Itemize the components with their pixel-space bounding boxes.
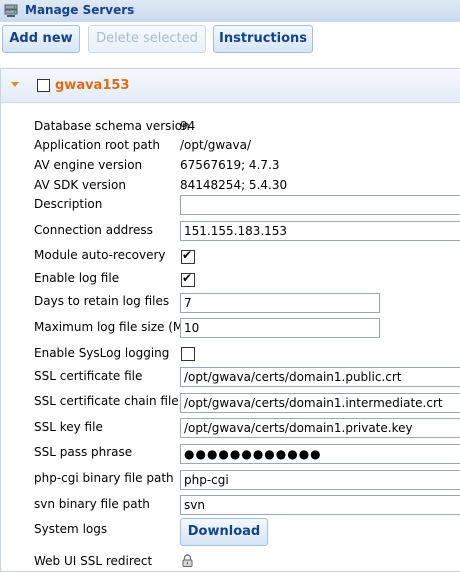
delete-selected-button[interactable]: Delete selected [88, 25, 206, 53]
db-schema-value: 94 [180, 119, 196, 133]
syslog-checkbox[interactable] [181, 347, 195, 361]
svn-input[interactable]: svn [180, 495, 460, 515]
connection-address-input[interactable]: 151.155.183.153 [180, 221, 460, 241]
description-label: Description [34, 197, 103, 211]
app-root-value: /opt/gwava/ [180, 138, 252, 152]
description-input[interactable] [180, 195, 460, 215]
days-retain-label: Days to retain log files [34, 294, 170, 308]
ssl-key-label: SSL key file [34, 420, 103, 434]
window-titlebar: Manage Servers [0, 0, 460, 23]
db-schema-label: Database schema version [34, 119, 190, 133]
ssl-chain-input[interactable]: /opt/gwava/certs/domain1.intermediate.cr… [180, 393, 460, 413]
instructions-button[interactable]: Instructions [213, 25, 313, 53]
auto-recovery-checkbox[interactable]: ✔ [181, 248, 195, 264]
av-engine-label: AV engine version [34, 158, 143, 172]
av-sdk-label: AV SDK version [34, 178, 126, 192]
log-file-checkbox[interactable]: ✔ [181, 271, 195, 287]
auto-recovery-label: Module auto-recovery [34, 248, 166, 262]
max-log-label: Maximum log file size (Mb) [34, 320, 196, 334]
ssl-key-input[interactable]: /opt/gwava/certs/domain1.private.key [180, 418, 460, 438]
system-logs-label: System logs [34, 522, 108, 536]
toolbar: Add new Delete selected Instructions [0, 22, 460, 59]
ssl-pass-input[interactable]: ●●●●●●●●●●●● [180, 444, 460, 464]
php-cgi-label: php-cgi binary file path [34, 471, 174, 485]
days-retain-input[interactable]: 7 [180, 293, 380, 313]
svn-label: svn binary file path [34, 497, 150, 511]
server-select-checkbox[interactable] [37, 79, 50, 92]
av-sdk-value: 84148254; 5.4.30 [180, 178, 288, 192]
app-root-label: Application root path [34, 138, 161, 152]
download-logs-button[interactable]: Download [180, 518, 268, 546]
checkmark-icon: ✔ [182, 271, 193, 285]
ssl-chain-label: SSL certificate chain file [34, 394, 179, 408]
av-engine-value: 67567619; 4.7.3 [180, 158, 280, 172]
server-panel-header[interactable]: gwava153 [1, 69, 460, 103]
lock-icon[interactable] [182, 554, 193, 570]
window-title: Manage Servers [25, 3, 135, 17]
expand-caret-icon[interactable] [11, 82, 19, 87]
ssl-pass-label: SSL pass phrase [34, 445, 133, 459]
log-file-label: Enable log file [34, 271, 120, 285]
server-name: gwava153 [55, 78, 130, 93]
syslog-label: Enable SysLog logging [34, 346, 170, 360]
ssl-redirect-label: Web UI SSL redirect [34, 554, 153, 568]
ssl-cert-label: SSL certificate file [34, 369, 143, 383]
server-icon [4, 4, 18, 21]
ssl-cert-input[interactable]: /opt/gwava/certs/domain1.public.crt [180, 367, 460, 387]
add-new-button[interactable]: Add new [2, 25, 80, 53]
php-cgi-input[interactable]: php-cgi [180, 470, 460, 490]
connection-label: Connection address [34, 223, 153, 237]
max-log-input[interactable]: 10 [180, 318, 380, 338]
checkmark-icon: ✔ [182, 248, 193, 262]
